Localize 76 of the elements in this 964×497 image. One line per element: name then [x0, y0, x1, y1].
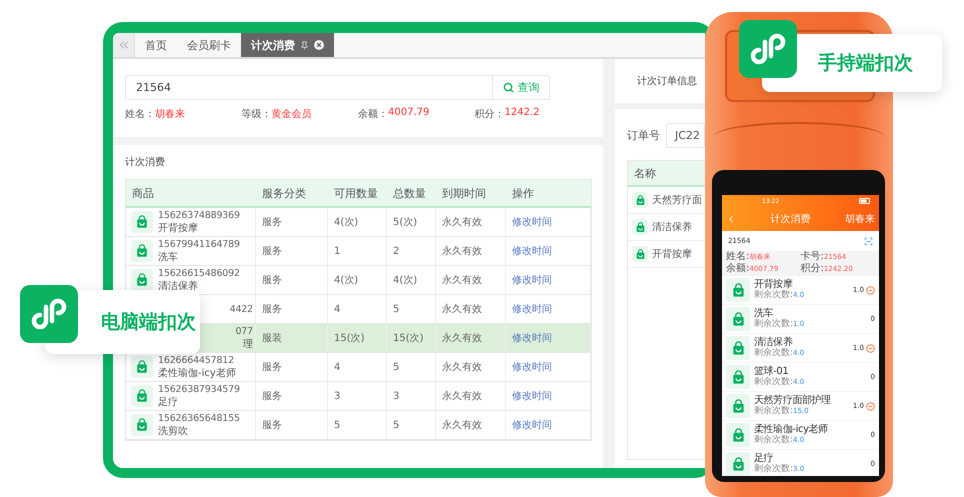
- item-name: 清洁保养: [652, 220, 692, 234]
- badge-label: 手持端扣次: [818, 51, 913, 76]
- table-cell: 永久有效: [436, 295, 506, 323]
- info-label: 姓名：: [125, 108, 155, 121]
- table-cell: 永久有效: [436, 382, 506, 410]
- product-code: 15679941164789: [158, 238, 240, 251]
- info-value: 胡春来: [155, 108, 185, 121]
- info-value: 黄金会员: [272, 108, 312, 121]
- table-cell: 5: [387, 295, 436, 323]
- item-name: 足疗: [754, 453, 774, 464]
- table-cell: 1: [328, 237, 387, 265]
- column-header: 到期时间: [441, 186, 487, 202]
- table-cell: 2: [387, 237, 436, 265]
- product-name: 足疗: [158, 396, 178, 409]
- table-cell: 4(次): [328, 208, 387, 236]
- table-cell: 5: [387, 353, 436, 381]
- product-name: 柔性瑜伽-icy老师: [158, 367, 236, 380]
- item-name: 天然芳疗面部护理: [754, 395, 832, 406]
- table-cell: 永久有效: [436, 237, 506, 265]
- table-cell: 3: [387, 382, 436, 410]
- table-cell: 服务: [256, 295, 328, 323]
- column-header: 操作: [511, 186, 535, 202]
- product-code: 15626374889369: [158, 209, 240, 222]
- item-name: 开背按摩: [754, 279, 794, 290]
- info-value: 4007.79: [388, 107, 430, 120]
- column-header: 名称: [634, 166, 656, 180]
- product-code: 15626615486092: [158, 267, 240, 280]
- table-cell: 永久有效: [436, 411, 506, 439]
- section-title: 计次消费: [125, 156, 166, 169]
- table-cell: 服务: [256, 382, 328, 410]
- table-cell: 5(次): [387, 208, 436, 236]
- product-name: 开背按摩: [158, 222, 198, 235]
- table-cell: 5: [387, 411, 436, 439]
- product-code: 1626664457812: [158, 354, 234, 367]
- column-header: 总数量: [392, 186, 427, 202]
- app-title: 计次消费: [770, 212, 810, 226]
- table-cell: 服务: [256, 208, 328, 236]
- column-header: 商品: [131, 186, 155, 202]
- info-label: 余额：: [358, 108, 388, 121]
- order-label: 订单号: [627, 128, 660, 143]
- product-code: 15626365648155: [158, 412, 240, 425]
- table-cell: 4(次): [328, 266, 387, 294]
- product-code: 077: [235, 325, 253, 338]
- product-code: 15626387934579: [158, 383, 240, 396]
- item-name: 天然芳疗面: [652, 194, 702, 207]
- table-cell: 服务: [256, 237, 328, 265]
- product-name: 洗剪吹: [158, 425, 188, 438]
- table-cell: 永久有效: [436, 208, 506, 236]
- table-cell: 服装: [256, 324, 328, 352]
- item-name: 篮球-01: [754, 366, 788, 377]
- item-name: 开背按摩: [652, 248, 692, 261]
- item-name: 柔性瑜伽-icy老师: [754, 424, 829, 435]
- product-name: 洗车: [158, 251, 178, 264]
- product-code: 4422: [230, 302, 253, 316]
- table-cell: 15(次): [387, 324, 436, 352]
- item-name: 洗车: [754, 308, 774, 319]
- table-cell: 服务: [256, 411, 328, 439]
- table-cell: 服务: [256, 353, 328, 381]
- product-name: 理: [243, 338, 253, 351]
- column-header: 可用数量: [333, 186, 379, 202]
- table-cell: 4: [328, 295, 387, 323]
- info-value: 1242.2: [504, 107, 540, 120]
- table-cell: 永久有效: [436, 324, 506, 352]
- table-cell: 4(次): [387, 266, 436, 294]
- item-name: 清洁保养: [754, 337, 794, 348]
- table-cell: 4: [328, 353, 387, 381]
- table-cell: 3: [328, 382, 387, 410]
- column-header: 服务分类: [261, 186, 307, 202]
- table-cell: 永久有效: [436, 353, 506, 381]
- info-label: 积分：: [474, 108, 504, 121]
- table-cell: 15(次): [328, 324, 387, 352]
- product-name: 清洁保养: [158, 280, 198, 293]
- table-cell: 永久有效: [436, 266, 506, 294]
- table-cell: 服务: [256, 266, 328, 294]
- table-cell: 5: [328, 411, 387, 439]
- info-label: 等级：: [242, 108, 272, 121]
